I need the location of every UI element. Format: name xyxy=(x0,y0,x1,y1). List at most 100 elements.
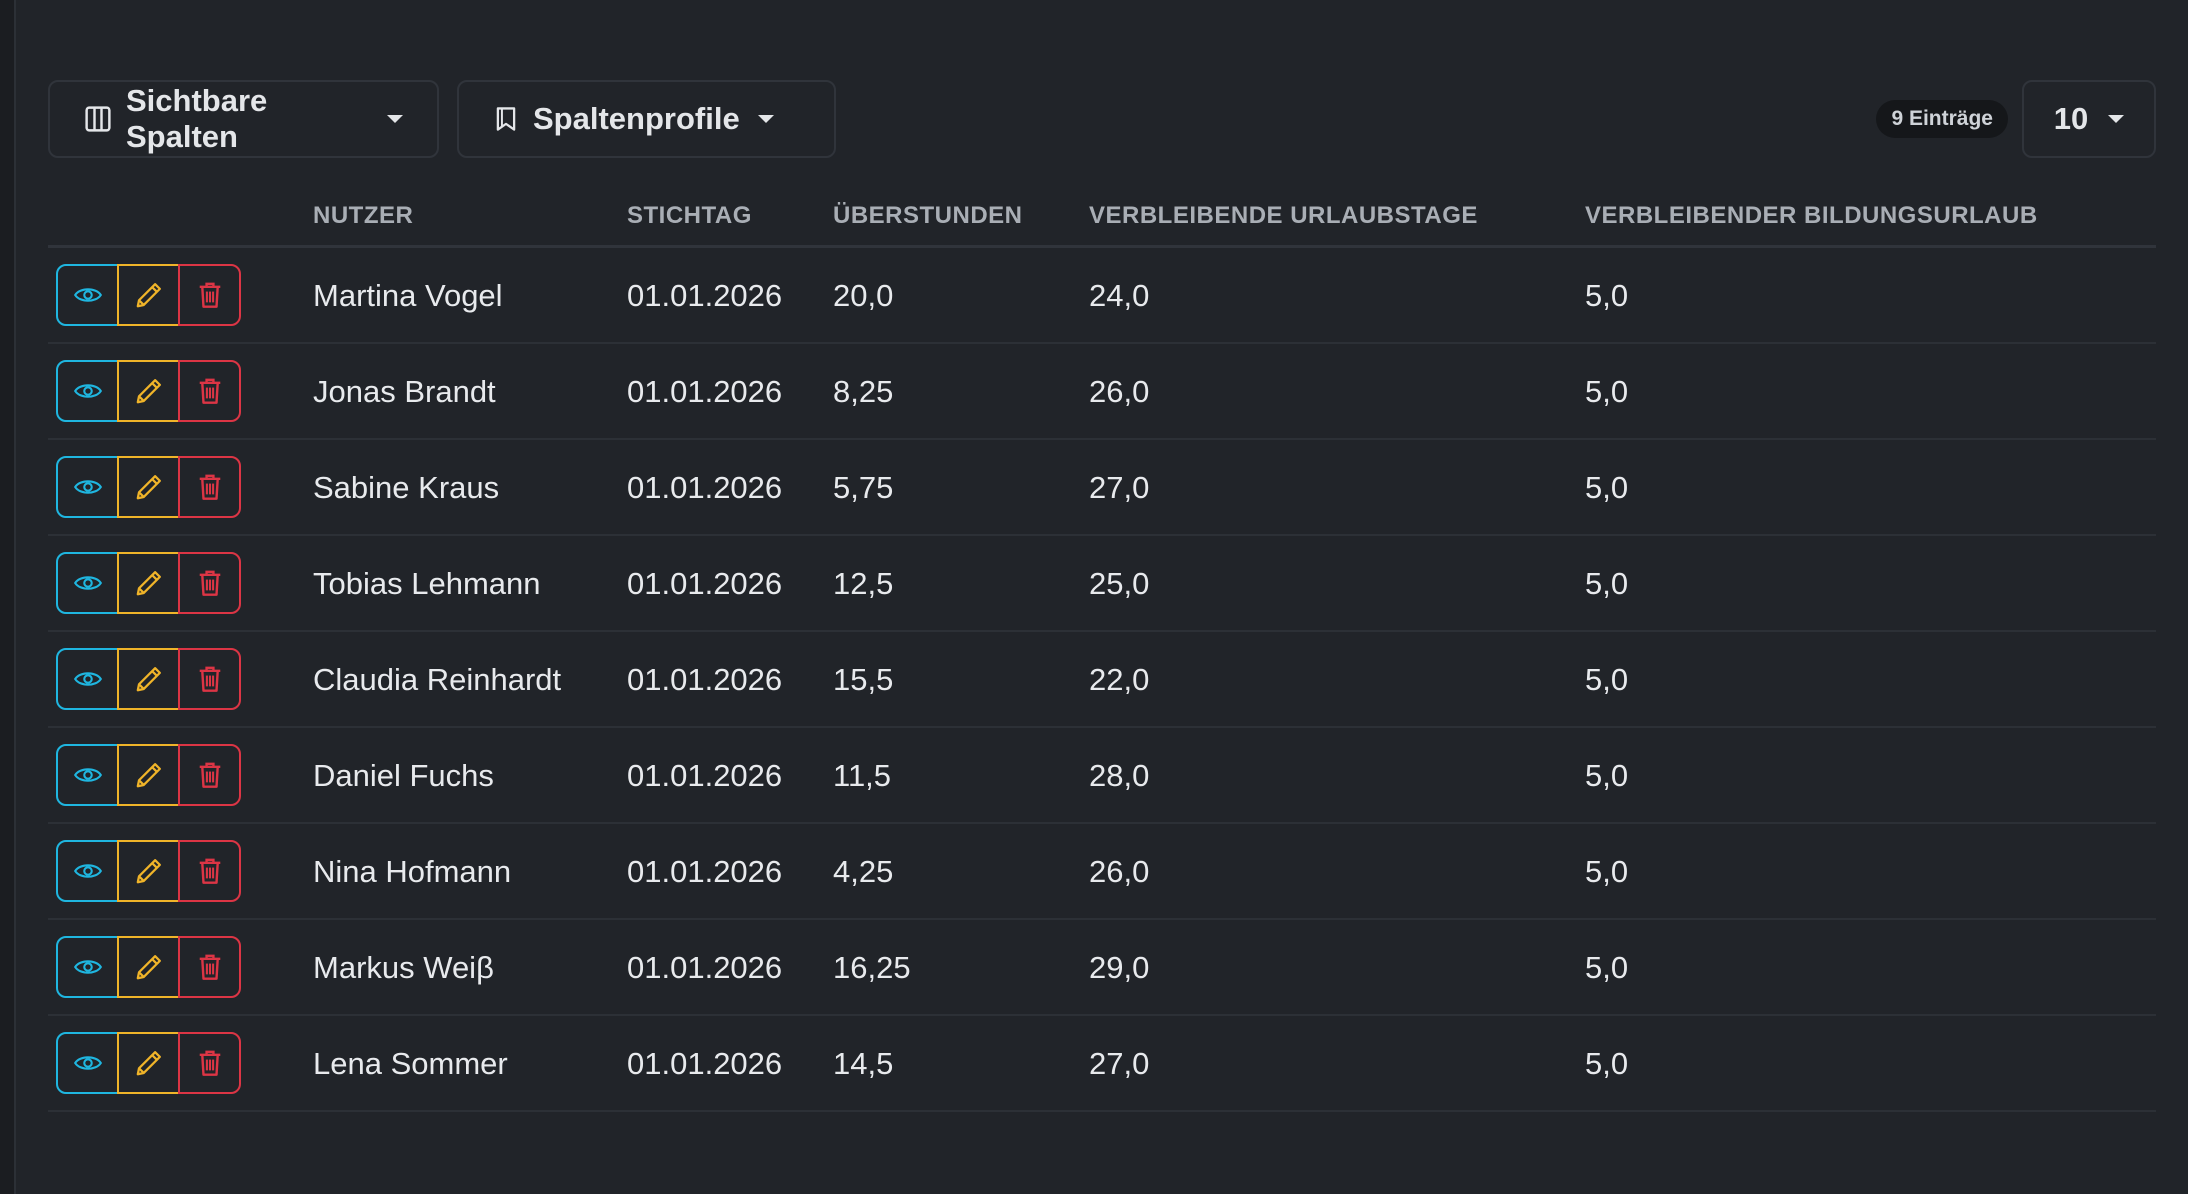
cell-user: Jonas Brandt xyxy=(313,374,496,409)
cell-vacation: 28,0 xyxy=(1089,758,1150,793)
cell-overtime: 5,75 xyxy=(833,470,894,505)
pencil-icon xyxy=(136,475,161,500)
delete-button[interactable] xyxy=(178,360,241,422)
trash-icon xyxy=(199,474,220,500)
edit-button[interactable] xyxy=(117,744,180,806)
pencil-icon xyxy=(136,379,161,404)
cell-vacation: 26,0 xyxy=(1089,854,1150,889)
edit-button[interactable] xyxy=(117,456,180,518)
chevron-down-icon xyxy=(2108,115,2125,123)
view-button[interactable] xyxy=(56,648,119,710)
view-button[interactable] xyxy=(56,936,119,998)
delete-button[interactable] xyxy=(178,840,241,902)
cell-user: Nina Hofmann xyxy=(313,854,512,889)
view-button[interactable] xyxy=(56,360,119,422)
header-overtime[interactable]: ÜBERSTUNDEN xyxy=(833,202,1023,230)
table-row: Nina Hofmann 01.01.2026 4,25 26,0 5,0 xyxy=(48,824,2156,920)
trash-icon xyxy=(199,858,220,884)
per-page-value: 10 xyxy=(2053,101,2089,136)
column-profiles-label: Spaltenprofile xyxy=(533,101,740,136)
view-button[interactable] xyxy=(56,1032,119,1094)
cell-vacation: 22,0 xyxy=(1089,662,1150,697)
edit-button[interactable] xyxy=(117,552,180,614)
edit-button[interactable] xyxy=(117,648,180,710)
edit-button[interactable] xyxy=(117,1032,180,1094)
cell-date: 01.01.2026 xyxy=(627,470,783,505)
view-button[interactable] xyxy=(56,744,119,806)
pencil-icon xyxy=(136,955,161,980)
chevron-down-icon xyxy=(757,115,774,123)
header-user[interactable]: NUTZER xyxy=(313,202,413,230)
eye-icon xyxy=(73,288,102,302)
pencil-icon xyxy=(136,667,161,692)
pencil-icon xyxy=(136,283,161,308)
cell-education: 5,0 xyxy=(1585,566,1629,601)
edit-button[interactable] xyxy=(117,264,180,326)
cell-education: 5,0 xyxy=(1585,278,1629,313)
visible-columns-button[interactable]: Sichtbare Spalten xyxy=(48,80,439,158)
data-table: NUTZER STICHTAG ÜBERSTUNDEN VERBLEIBENDE… xyxy=(48,184,2156,1112)
chevron-down-icon xyxy=(387,115,403,123)
cell-education: 5,0 xyxy=(1585,950,1629,985)
delete-button[interactable] xyxy=(178,648,241,710)
cell-education: 5,0 xyxy=(1585,758,1629,793)
cell-user: Claudia Reinhardt xyxy=(313,662,562,697)
cell-overtime: 4,25 xyxy=(833,854,894,889)
delete-button[interactable] xyxy=(178,264,241,326)
pencil-icon xyxy=(136,571,161,596)
table-row: Tobias Lehmann 01.01.2026 12,5 25,0 5,0 xyxy=(48,536,2156,632)
cell-user: Sabine Kraus xyxy=(313,470,500,505)
column-profiles-button[interactable]: Spaltenprofile xyxy=(457,80,836,158)
cell-education: 5,0 xyxy=(1585,854,1629,889)
edit-button[interactable] xyxy=(117,936,180,998)
cell-overtime: 11,5 xyxy=(833,758,892,793)
trash-icon xyxy=(199,282,220,308)
cell-education: 5,0 xyxy=(1585,374,1629,409)
cell-education: 5,0 xyxy=(1585,470,1629,505)
delete-button[interactable] xyxy=(178,1032,241,1094)
header-vacation[interactable]: VERBLEIBENDE URLAUBSTAGE xyxy=(1089,202,1478,230)
delete-button[interactable] xyxy=(178,552,241,614)
visible-columns-label: Sichtbare Spalten xyxy=(126,83,268,154)
cell-user: Lena Sommer xyxy=(313,1046,508,1081)
table-toolbar: Sichtbare Spalten Spaltenprofile 9 Eintr… xyxy=(48,80,2156,158)
eye-icon xyxy=(73,576,102,590)
edit-button[interactable] xyxy=(117,360,180,422)
bookmark-icon xyxy=(496,107,516,131)
header-date[interactable]: STICHTAG xyxy=(627,202,752,230)
delete-button[interactable] xyxy=(178,936,241,998)
cell-date: 01.01.2026 xyxy=(627,1046,783,1081)
view-button[interactable] xyxy=(56,552,119,614)
view-button[interactable] xyxy=(56,456,119,518)
pencil-icon xyxy=(136,1051,161,1076)
trash-icon xyxy=(199,570,220,596)
entries-count-badge: 9 Einträge xyxy=(1876,100,2008,138)
eye-icon xyxy=(73,768,102,782)
view-button[interactable] xyxy=(56,840,119,902)
eye-icon xyxy=(73,384,102,398)
cell-vacation: 29,0 xyxy=(1089,950,1150,985)
cell-user: Martina Vogel xyxy=(313,278,503,313)
cell-date: 01.01.2026 xyxy=(627,758,783,793)
row-actions xyxy=(56,552,241,614)
row-actions xyxy=(56,360,241,422)
table-row: Lena Sommer 01.01.2026 14,5 27,0 5,0 xyxy=(48,1016,2156,1112)
per-page-select[interactable]: 10 xyxy=(2022,80,2156,158)
eye-icon xyxy=(73,864,102,878)
row-actions xyxy=(56,264,241,326)
cell-user: Daniel Fuchs xyxy=(313,758,494,793)
trash-icon xyxy=(199,1050,220,1076)
cell-overtime: 12,5 xyxy=(833,566,894,601)
row-actions xyxy=(56,456,241,518)
trash-icon xyxy=(199,666,220,692)
edit-button[interactable] xyxy=(117,840,180,902)
table-row: Claudia Reinhardt 01.01.2026 15,5 22,0 5… xyxy=(48,632,2156,728)
cell-date: 01.01.2026 xyxy=(627,854,783,889)
delete-button[interactable] xyxy=(178,456,241,518)
cell-vacation: 25,0 xyxy=(1089,566,1150,601)
delete-button[interactable] xyxy=(178,744,241,806)
cell-user: Tobias Lehmann xyxy=(313,566,541,601)
view-button[interactable] xyxy=(56,264,119,326)
cell-overtime: 8,25 xyxy=(833,374,894,409)
header-education[interactable]: VERBLEIBENDER BILDUNGSURLAUB xyxy=(1585,202,2038,230)
